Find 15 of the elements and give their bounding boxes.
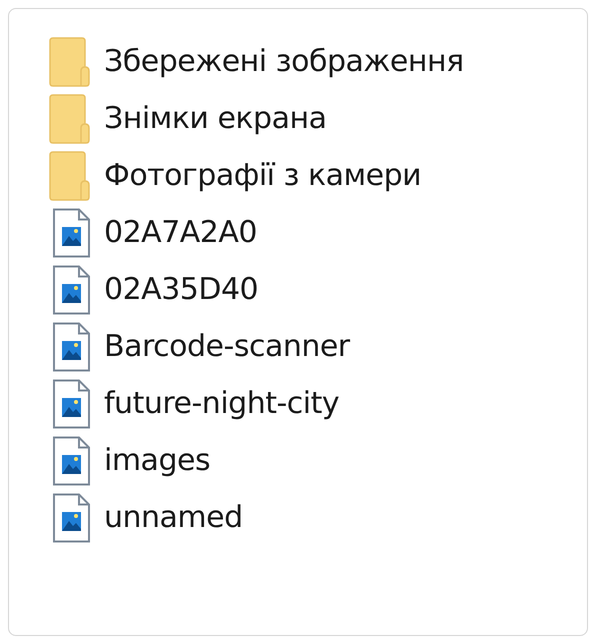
file-name[interactable]: unnamed — [104, 500, 243, 535]
image-file-icon — [51, 322, 91, 372]
image-file-icon — [51, 378, 91, 428]
image-file-icon — [51, 436, 91, 486]
image-file-icon — [51, 208, 91, 258]
file-name[interactable]: Знімки екрана — [104, 101, 326, 136]
file-name[interactable]: Фотографії з камери — [104, 158, 422, 193]
file-name[interactable]: 02A35D40 — [104, 272, 258, 307]
image-file-icon — [51, 492, 91, 542]
file-name[interactable]: Barcode-scanner — [104, 329, 350, 364]
file-name[interactable]: images — [104, 443, 210, 478]
image-file-icon — [51, 264, 91, 314]
file-name[interactable]: 02A7A2A0 — [104, 215, 258, 250]
file-name[interactable]: Збережені зображення — [104, 44, 464, 79]
file-name[interactable]: future-night-city — [104, 386, 340, 421]
